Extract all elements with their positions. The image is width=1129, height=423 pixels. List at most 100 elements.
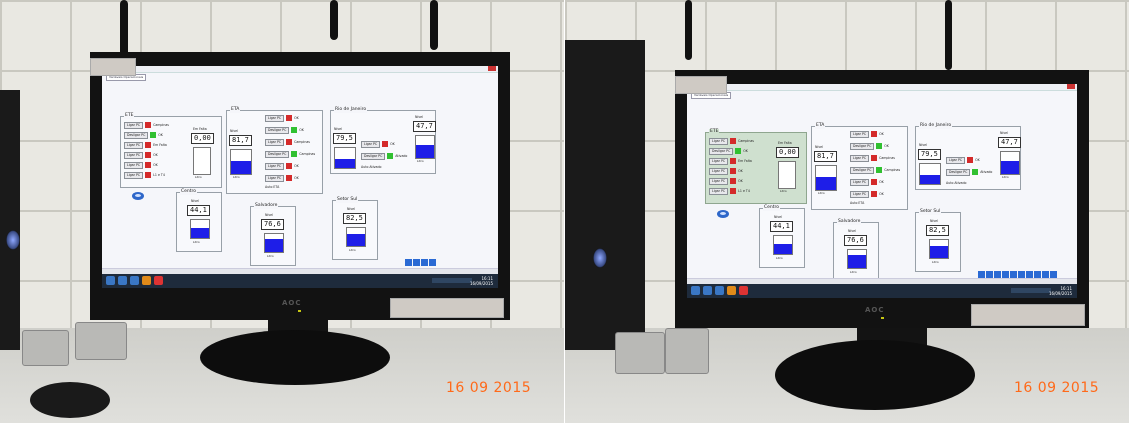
window-titlebar bbox=[102, 66, 498, 73]
status-text: OK bbox=[879, 180, 884, 184]
tank-label: Litro bbox=[780, 189, 787, 193]
control-row: Desligar PC OK bbox=[265, 126, 304, 134]
pump-toggle-button[interactable]: Ligar PC bbox=[265, 174, 285, 182]
start-button[interactable] bbox=[691, 286, 700, 295]
close-icon[interactable] bbox=[1067, 84, 1075, 89]
pump-toggle-button[interactable]: Ligar PC bbox=[709, 187, 729, 195]
taskbar-clock[interactable]: 16:11 16/09/2015 bbox=[470, 276, 493, 286]
pump-toggle-button[interactable]: Desligar PC bbox=[946, 168, 971, 176]
control-row: Ligar PC OK bbox=[709, 167, 743, 175]
level-value: 0,00 bbox=[776, 147, 799, 158]
taskbar-app-icon[interactable] bbox=[118, 276, 127, 285]
taskbar: 16:11 16/09/2015 bbox=[102, 274, 498, 288]
pump-toggle-button[interactable]: Ligar PC bbox=[265, 114, 285, 122]
pump-toggle-button[interactable]: Ligar PC bbox=[124, 171, 144, 179]
taskbar-app-icon[interactable] bbox=[142, 276, 151, 285]
cable bbox=[685, 0, 692, 60]
status-text: Em Falta bbox=[738, 159, 752, 163]
progress-block bbox=[994, 271, 1001, 278]
taskbar-app-icon[interactable] bbox=[739, 286, 748, 295]
pump-toggle-button[interactable]: Desligar PC bbox=[850, 142, 875, 150]
value-caption: Nível bbox=[347, 207, 356, 211]
progress-block bbox=[421, 259, 428, 266]
tank-label: Litro bbox=[818, 191, 825, 195]
status-led-icon bbox=[876, 167, 883, 173]
pump-toggle-button[interactable]: Desligar PC bbox=[361, 152, 386, 160]
progress-block bbox=[1010, 271, 1017, 278]
pump-toggle-button[interactable]: Desligar PC bbox=[124, 131, 149, 139]
status-text: Campinas bbox=[294, 140, 310, 144]
status-text: OK bbox=[743, 149, 748, 153]
pump-toggle-button[interactable]: Ligar PC bbox=[709, 177, 729, 185]
pump-toggle-button[interactable]: Ligar PC bbox=[265, 162, 285, 170]
pump-toggle-button[interactable]: Ligar PC bbox=[850, 178, 870, 186]
value-caption: Nível bbox=[930, 219, 939, 223]
level-tank bbox=[929, 239, 949, 259]
control-row: Ligar PC L1 e T4 bbox=[124, 171, 165, 179]
taskbar-app-icon[interactable] bbox=[727, 286, 736, 295]
value: 82,5 bbox=[926, 225, 949, 236]
pump-toggle-button[interactable]: Ligar PC bbox=[850, 190, 870, 198]
pump-toggle-button[interactable]: Ligar PC bbox=[850, 154, 870, 162]
tank-fill bbox=[920, 175, 940, 184]
value-caption: Nível bbox=[334, 127, 343, 131]
start-button[interactable] bbox=[106, 276, 115, 285]
status-led-icon bbox=[291, 151, 298, 157]
status-text: OK bbox=[153, 153, 158, 157]
control-row: Desligar PC Campinas bbox=[265, 150, 315, 158]
panel-rio: Rio de Janeiro Nível 79,5 Auto Ativado N… bbox=[915, 123, 1021, 190]
control-row: Ligar PC Campinas bbox=[124, 121, 169, 129]
pump-toggle-button[interactable]: Ligar PC bbox=[124, 161, 144, 169]
pump-toggle-button[interactable]: Ligar PC bbox=[850, 130, 870, 138]
pump-toggle-button[interactable]: Ligar PC bbox=[124, 121, 144, 129]
power-strip bbox=[615, 332, 665, 374]
status-led-icon bbox=[730, 188, 737, 194]
sticker bbox=[390, 298, 504, 318]
pump-toggle-button[interactable]: Desligar PC bbox=[850, 166, 875, 174]
taskbar-app-icon[interactable] bbox=[703, 286, 712, 295]
pump-toggle-button[interactable]: Ligar PC bbox=[709, 137, 729, 145]
taskbar-app-icon[interactable] bbox=[154, 276, 163, 285]
tank-fill bbox=[774, 244, 792, 254]
tank-fill bbox=[265, 239, 283, 252]
status-text: OK bbox=[390, 142, 395, 146]
tank-label: Litro bbox=[193, 240, 200, 244]
pump-toggle-button[interactable]: Desligar PC bbox=[709, 147, 734, 155]
taskbar-app-icon[interactable] bbox=[715, 286, 724, 295]
pump-toggle-button[interactable]: Ligar PC bbox=[361, 140, 381, 148]
pump-toggle-button[interactable]: Ligar PC bbox=[946, 156, 966, 164]
value: 81,7 bbox=[229, 135, 252, 146]
status-led-icon bbox=[145, 172, 152, 178]
level-tank bbox=[264, 233, 284, 253]
pump-toggle-button[interactable]: Ligar PC bbox=[124, 151, 144, 159]
tank-fill bbox=[231, 160, 251, 174]
status-text: OK bbox=[153, 163, 158, 167]
tank-fill bbox=[347, 234, 365, 246]
power-strip bbox=[22, 330, 69, 366]
panel-title: ETE bbox=[124, 113, 135, 119]
status-text: OK bbox=[294, 164, 299, 168]
pump-toggle-button[interactable]: Ligar PC bbox=[124, 141, 144, 149]
pump-toggle-button[interactable]: Desligar PC bbox=[265, 150, 290, 158]
pump-toggle-button[interactable]: Ligar PC bbox=[709, 157, 729, 165]
date-stamp: 16 09 2015 bbox=[446, 380, 532, 396]
value-caption: Nível bbox=[815, 145, 824, 149]
taskbar-clock[interactable]: 16:11 16/09/2015 bbox=[1049, 286, 1072, 296]
close-icon[interactable] bbox=[488, 66, 496, 71]
status-led-icon bbox=[145, 162, 152, 168]
status-led-icon bbox=[286, 139, 293, 145]
panel-title: Setor Sul bbox=[336, 197, 359, 203]
note: Auto ETA bbox=[265, 185, 280, 189]
progress-block bbox=[405, 259, 412, 266]
taskbar-app-icon[interactable] bbox=[130, 276, 139, 285]
pump-toggle-button[interactable]: Desligar PC bbox=[265, 126, 290, 134]
pump-toggle-button[interactable]: Ligar PC bbox=[709, 167, 729, 175]
level-tank bbox=[415, 135, 435, 159]
status-text: OK bbox=[975, 158, 980, 162]
value-caption: Nível bbox=[230, 129, 239, 133]
status-text: L1 e T4 bbox=[738, 189, 750, 193]
status-text: OK bbox=[879, 132, 884, 136]
tank-label: Litro bbox=[1002, 175, 1009, 179]
progress-block bbox=[1034, 271, 1041, 278]
pump-toggle-button[interactable]: Ligar PC bbox=[265, 138, 285, 146]
